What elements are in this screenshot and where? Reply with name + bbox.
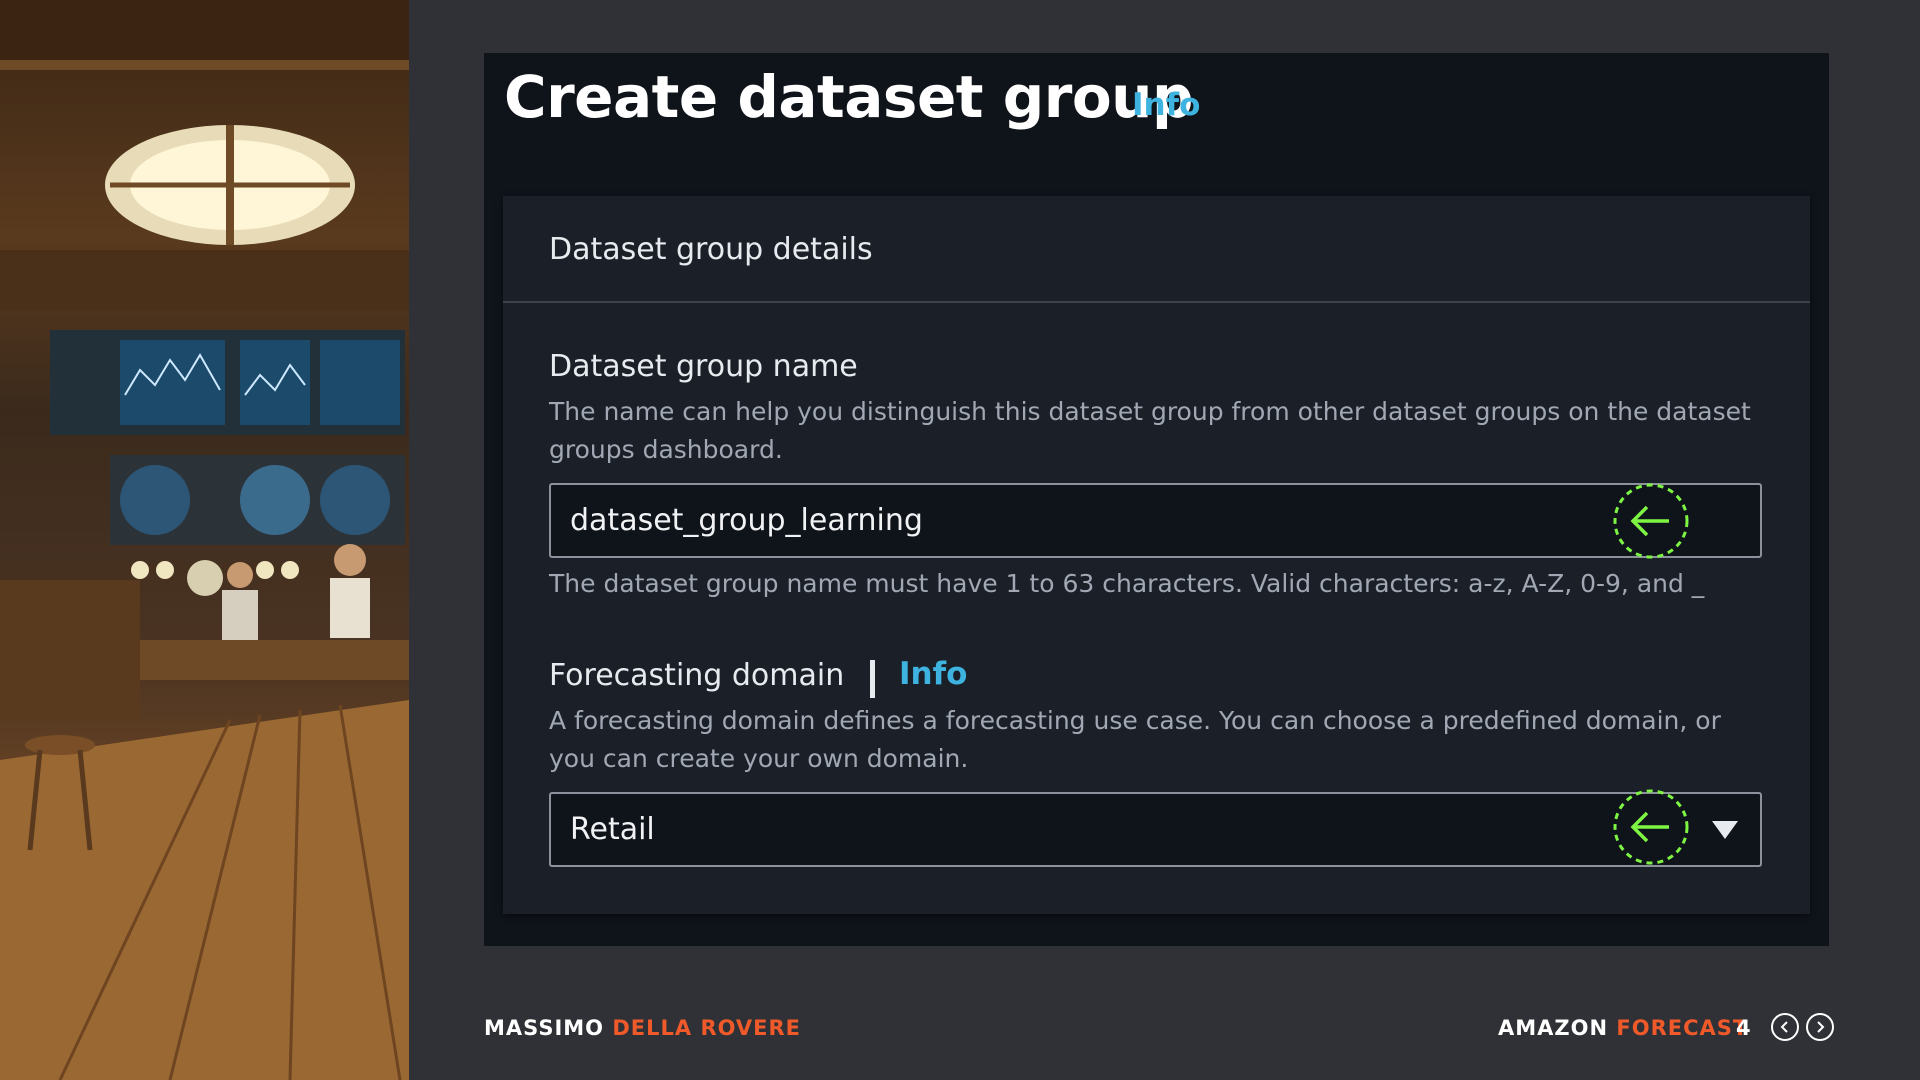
forecasting-domain-info-link[interactable]: Info bbox=[899, 656, 967, 692]
dataset-group-name-label: Dataset group name bbox=[549, 349, 858, 384]
caret-down-icon[interactable] bbox=[1712, 821, 1738, 839]
author-first-name: MASSIMO bbox=[484, 1016, 605, 1040]
previous-slide-button[interactable] bbox=[1771, 1013, 1799, 1041]
forecasting-domain-select[interactable]: Retail bbox=[549, 789, 1762, 867]
next-slide-button[interactable] bbox=[1806, 1013, 1834, 1041]
chevron-left-icon bbox=[1780, 1021, 1788, 1033]
dataset-group-name-description: The name can help you distinguish this d… bbox=[549, 397, 1751, 464]
page-title: Create dataset group bbox=[504, 63, 1193, 131]
workshop-illustration bbox=[0, 0, 409, 1080]
author-last-name: DELLA ROVERE bbox=[612, 1016, 802, 1040]
dataset-group-name-value: dataset_group_learning bbox=[570, 503, 923, 538]
dataset-group-name-input[interactable]: dataset_group_learning bbox=[549, 483, 1762, 559]
forecasting-domain-description: A forecasting domain defines a forecasti… bbox=[549, 706, 1721, 773]
forecasting-domain-selected-value: Retail bbox=[570, 812, 655, 847]
label-divider bbox=[870, 660, 875, 698]
left-arrow-marker-icon bbox=[1613, 483, 1689, 559]
dataset-group-name-constraint: The dataset group name must have 1 to 63… bbox=[549, 569, 1705, 598]
create-dataset-group-panel: Create dataset group Info Dataset group … bbox=[484, 53, 1829, 946]
product-last: FORECAST bbox=[1616, 1016, 1749, 1040]
card-header-title: Dataset group details bbox=[549, 232, 873, 267]
card-header: Dataset group details bbox=[503, 196, 1810, 303]
title-info-link[interactable]: Info bbox=[1132, 87, 1200, 123]
dataset-group-details-card: Dataset group details Dataset group name… bbox=[503, 196, 1810, 914]
left-arrow-marker-icon bbox=[1613, 789, 1689, 865]
page-number: 4 bbox=[1736, 1016, 1751, 1040]
footer-product: AMAZON FORECAST bbox=[1498, 1016, 1748, 1040]
forecasting-domain-label: Forecasting domain bbox=[549, 658, 845, 693]
chevron-right-icon bbox=[1817, 1021, 1825, 1033]
footer-author: MASSIMO DELLA ROVERE bbox=[484, 1016, 801, 1040]
product-first: AMAZON bbox=[1498, 1016, 1609, 1040]
